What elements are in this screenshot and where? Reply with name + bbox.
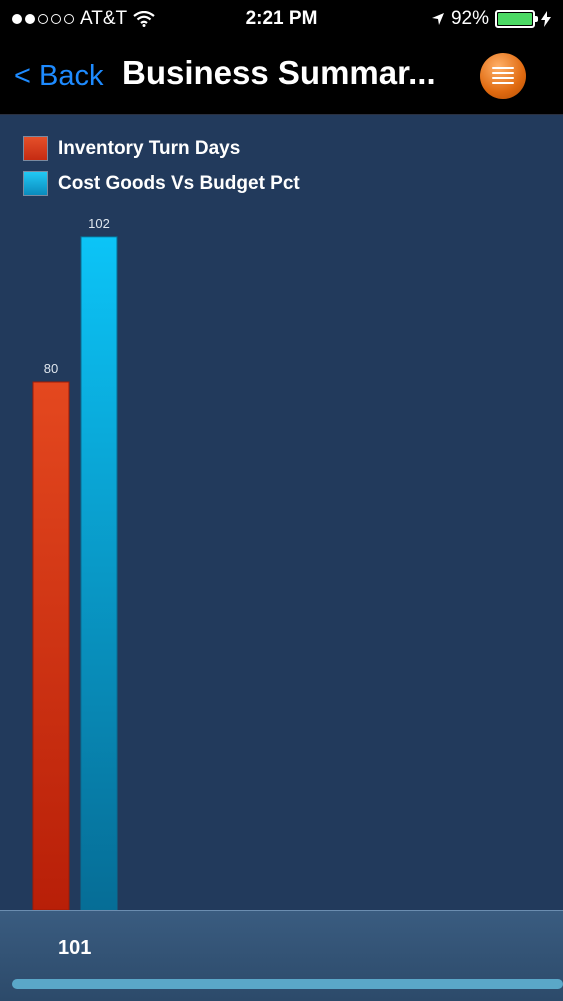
status-bar: AT&T 2:21 PM 92% xyxy=(0,0,563,38)
data-label: 80 xyxy=(44,361,58,376)
chart-area: Inventory Turn Days Cost Goods Vs Budget… xyxy=(0,115,563,910)
category-label[interactable]: 101 xyxy=(58,937,91,960)
battery-icon xyxy=(495,10,538,28)
bar-chart: 80 102 xyxy=(32,216,118,910)
bar-cost-goods-vs-budget-pct[interactable] xyxy=(80,236,118,910)
back-button[interactable]: < Back xyxy=(14,60,103,93)
navigation-bar: < Back Business Summar... xyxy=(0,38,563,115)
bar-inventory-turn-days[interactable] xyxy=(32,381,70,910)
location-arrow-icon xyxy=(431,13,444,25)
battery-percent: 92% xyxy=(450,8,489,29)
charging-bolt-icon xyxy=(541,11,551,27)
menu-button[interactable] xyxy=(480,53,526,99)
category-footer: 101 xyxy=(0,910,563,1001)
horizontal-scrollbar[interactable] xyxy=(12,979,563,989)
page-title: Business Summar... xyxy=(122,54,436,91)
data-label: 102 xyxy=(88,216,110,231)
status-right: 92% xyxy=(431,8,551,30)
